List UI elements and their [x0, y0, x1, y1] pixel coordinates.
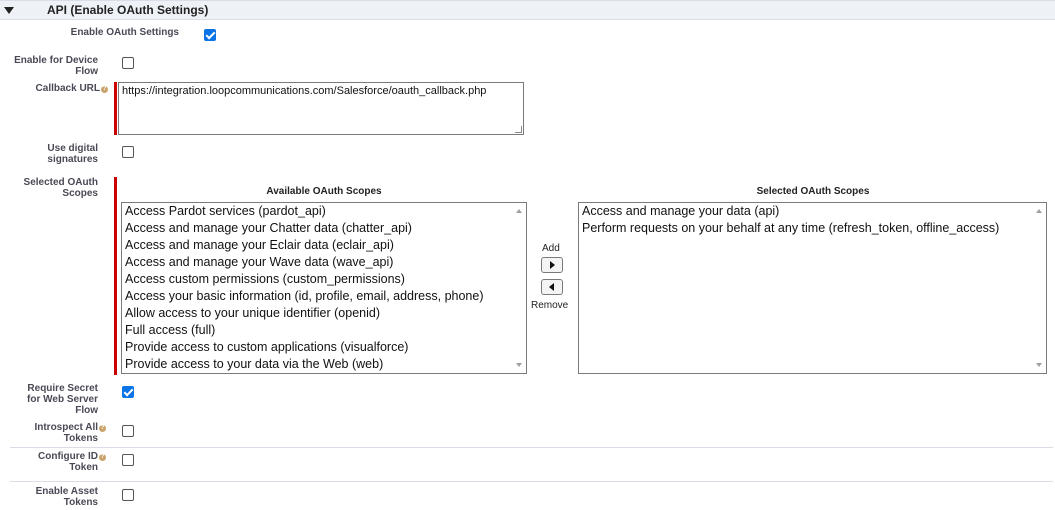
device-flow-checkbox[interactable]: [122, 57, 134, 69]
divider: [10, 447, 1053, 448]
help-icon[interactable]: ?: [101, 86, 108, 93]
enable-oauth-label: Enable OAuth Settings: [70, 27, 179, 38]
available-option[interactable]: Access custom permissions (custom_permis…: [122, 271, 526, 288]
configure-id-token-label: Configure ID? Token: [38, 451, 106, 473]
add-label: Add: [542, 243, 560, 254]
available-scopes-list: Access Pardot services (pardot_api) Acces…: [122, 203, 526, 373]
arrow-left-icon: [549, 283, 554, 291]
scrollbar[interactable]: [512, 203, 526, 373]
collapse-triangle-icon[interactable]: [4, 7, 14, 14]
require-secret-checkbox[interactable]: [122, 386, 134, 398]
scroll-down-icon[interactable]: [1036, 363, 1042, 367]
available-option[interactable]: Provide access to your data via the Web …: [122, 356, 526, 373]
available-scopes-listbox[interactable]: Access Pardot services (pardot_api) Acces…: [121, 202, 527, 374]
section-header[interactable]: API (Enable OAuth Settings): [0, 0, 1055, 20]
introspect-tokens-label: Introspect All? Tokens: [34, 422, 106, 444]
available-option[interactable]: Access and manage your Eclair data (ecla…: [122, 237, 526, 254]
resize-handle-icon[interactable]: [515, 126, 522, 133]
callback-url-label: Callback URL?: [35, 83, 108, 94]
asset-tokens-checkbox[interactable]: [122, 489, 134, 501]
device-flow-label: Enable for Device Flow: [14, 55, 98, 77]
remove-button[interactable]: [541, 279, 563, 295]
required-indicator: [114, 177, 117, 375]
enable-oauth-checkbox[interactable]: [204, 29, 216, 41]
available-option[interactable]: Allow access to your unique identifier (…: [122, 305, 526, 322]
available-option[interactable]: Full access (full): [122, 322, 526, 339]
available-option[interactable]: Access Pardot services (pardot_api): [122, 203, 526, 220]
scroll-up-icon[interactable]: [1036, 209, 1042, 213]
help-icon[interactable]: ?: [99, 425, 106, 432]
section-title: API (Enable OAuth Settings): [47, 3, 209, 17]
available-option[interactable]: Provide access to custom applications (v…: [122, 339, 526, 356]
add-button[interactable]: [541, 257, 563, 273]
help-icon[interactable]: ?: [99, 454, 106, 461]
require-secret-label: Require Secret for Web Server Flow: [27, 383, 98, 416]
selected-scopes-list: Access and manage your data (api) Perform…: [579, 203, 1046, 237]
available-option[interactable]: Access and manage your Chatter data (cha…: [122, 220, 526, 237]
selected-scopes-title: Selected OAuth Scopes: [756, 186, 870, 197]
selected-option[interactable]: Access and manage your data (api): [579, 203, 1046, 220]
digital-signatures-label: Use digital signatures: [47, 143, 98, 165]
selected-option[interactable]: Perform requests on your behalf at any t…: [579, 220, 1046, 237]
asset-tokens-label: Enable Asset Tokens: [35, 486, 98, 508]
divider: [10, 481, 1053, 482]
digital-signatures-checkbox[interactable]: [122, 146, 134, 158]
scrollbar[interactable]: [1032, 203, 1046, 373]
remove-label: Remove: [531, 300, 569, 311]
selected-scopes-listbox[interactable]: Access and manage your data (api) Perform…: [578, 202, 1047, 374]
callback-url-textarea[interactable]: https://integration.loopcommunications.c…: [118, 82, 524, 135]
available-option[interactable]: Access and manage your Wave data (wave_a…: [122, 254, 526, 271]
available-option[interactable]: Access your basic information (id, profi…: [122, 288, 526, 305]
callback-url-value: https://integration.loopcommunications.c…: [122, 85, 487, 97]
introspect-tokens-checkbox[interactable]: [122, 425, 134, 437]
available-scopes-title: Available OAuth Scopes: [266, 186, 382, 197]
configure-id-token-checkbox[interactable]: [122, 454, 134, 466]
scroll-up-icon[interactable]: [516, 209, 522, 213]
selected-scopes-label: Selected OAuth Scopes: [23, 177, 98, 199]
scroll-down-icon[interactable]: [516, 363, 522, 367]
required-indicator: [114, 82, 117, 135]
arrow-right-icon: [550, 261, 555, 269]
